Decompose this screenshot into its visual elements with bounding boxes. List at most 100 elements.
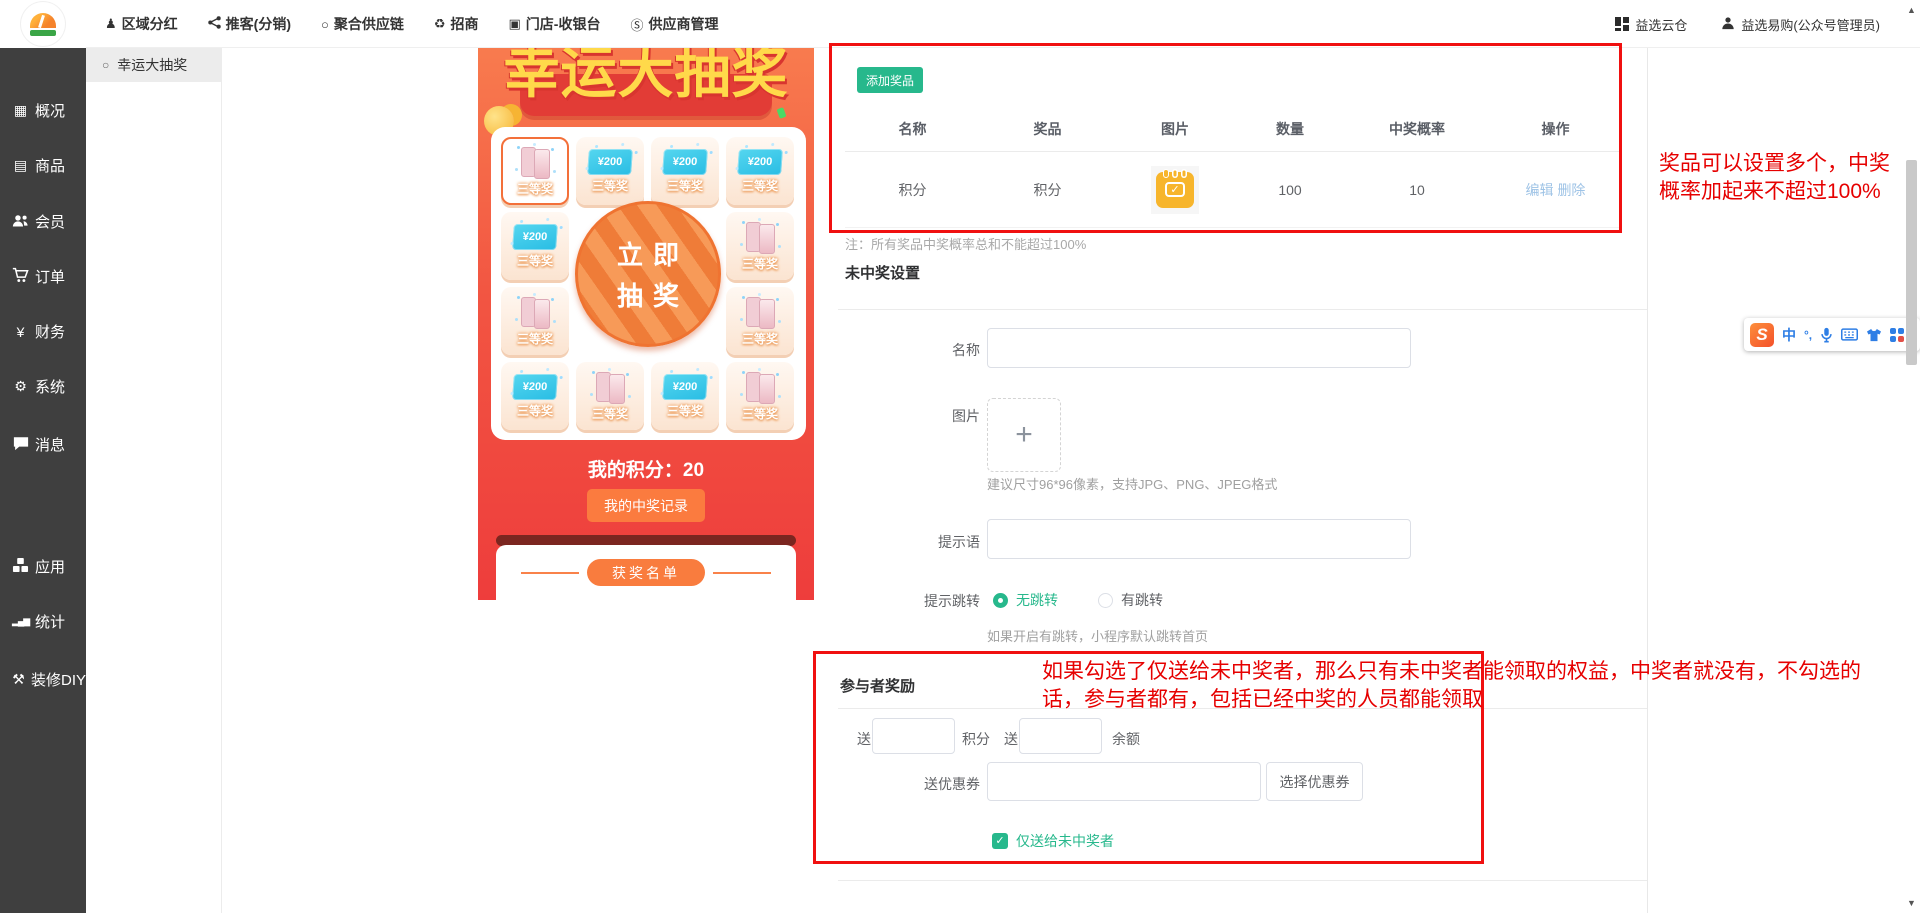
choose-coupon-button[interactable]: 选择优惠券 (1266, 762, 1363, 801)
sidebar-item-statistics[interactable]: ▂▄▆ 统计 (0, 611, 86, 632)
phone-prize-icon (517, 146, 553, 178)
sidebar-label: 消息 (35, 434, 65, 455)
tile-label: 三等奖 (742, 177, 778, 194)
nav-supply-chain[interactable]: ○ 聚合供应链 (321, 14, 404, 34)
tile-label: 三等奖 (517, 402, 553, 419)
participant-section-title: 参与者奖励 (840, 675, 915, 696)
tile-label: 三等奖 (592, 177, 628, 194)
mobile-preview: 幸运大抽奖 三等奖 ¥200 三等奖 ¥200 三等奖 (478, 48, 814, 600)
radio-has-jump[interactable] (1098, 593, 1113, 608)
spin-label-line1: 立即 (607, 235, 689, 272)
col-actions: 操作 (1489, 119, 1622, 139)
app-logo[interactable] (0, 0, 86, 48)
image-upload-box[interactable]: + (987, 398, 1061, 472)
sidebar-item-members[interactable]: 会员 (0, 211, 86, 232)
nav-investment[interactable]: ♻ 招商 (434, 14, 479, 34)
has-jump-label: 有跳转 (1121, 590, 1163, 610)
miss-name-input[interactable] (987, 328, 1411, 368)
prize-tile[interactable]: 三等奖 (501, 287, 569, 355)
sidebar-item-apps[interactable]: 应用 (0, 556, 86, 577)
scrollbar-thumb[interactable] (1906, 160, 1917, 365)
coupon-prize-icon: ¥200 (512, 374, 558, 400)
prize-tile[interactable]: ¥200 三等奖 (501, 212, 569, 280)
coupon-prize-icon: ¥200 (662, 374, 708, 400)
share-icon (208, 16, 221, 32)
ime-punctuation-icon[interactable]: °, (1804, 328, 1812, 342)
cubes-icon (12, 557, 29, 576)
nav-store-cashier[interactable]: ▣ 门店-收银台 (509, 14, 601, 34)
ime-mic-icon[interactable] (1820, 327, 1833, 343)
scroll-down-arrow[interactable]: ▼ (1903, 895, 1920, 911)
prize-tile[interactable]: ¥200 三等奖 (726, 137, 794, 205)
sidebar-item-products[interactable]: ▤ 商品 (0, 155, 86, 176)
prize-table-header: 名称 奖品 图片 数量 中奖概率 操作 (845, 106, 1622, 152)
winners-title-pill: 获奖名单 (587, 559, 705, 586)
ime-toolbar: S 中 °, (1744, 318, 1920, 351)
sidebar-item-diy[interactable]: ⚒ 装修DIY (0, 669, 86, 690)
divider (838, 880, 1647, 881)
scroll-up-arrow[interactable]: ▲ (1903, 2, 1920, 18)
tip-text-input[interactable] (987, 519, 1411, 559)
checkbox-checked-icon[interactable]: ✓ (992, 833, 1008, 849)
radio-circle-icon: ○ (102, 58, 109, 72)
winners-sheet: 获奖名单 (496, 545, 796, 600)
sidebar-item-orders[interactable]: 订单 (0, 266, 86, 287)
give-balance-input[interactable] (1019, 718, 1102, 754)
supplier-icon: Ⓢ (630, 15, 643, 34)
prize-tile[interactable]: ¥200 三等奖 (651, 362, 719, 430)
delete-link[interactable]: 删除 (1557, 182, 1585, 198)
add-prize-button[interactable]: 添加奖品 (857, 67, 923, 93)
gear-icon: ⚙ (12, 378, 29, 395)
sidebar-item-overview[interactable]: ▦ 概况 (0, 100, 86, 121)
prize-tile[interactable]: ¥200 三等奖 (576, 137, 644, 205)
nav-region-dividend[interactable]: ♟ 区域分红 (105, 14, 178, 34)
sidebar-item-finance[interactable]: ¥ 财务 (0, 321, 86, 342)
annotation-bottom: 如果勾选了仅送给未中奖者，那么只有未中奖者能领取的权益，中奖者就没有，不勾选的 … (1042, 658, 1861, 714)
user-label: 益选易购(公众号管理员) (1741, 15, 1880, 34)
coupon-input[interactable] (987, 762, 1261, 801)
prize-tile[interactable]: 三等奖 (726, 362, 794, 430)
phone-prize-icon (742, 371, 778, 403)
edit-link[interactable]: 编辑 (1526, 182, 1554, 198)
give-label-2: 送 (1004, 729, 1018, 749)
give-label-1: 送 (857, 729, 871, 749)
sidebar-label: 会员 (35, 211, 65, 232)
sidebar-label: 概况 (35, 100, 65, 121)
prize-tile[interactable]: ¥200 三等奖 (501, 362, 569, 430)
nav-supplier-mgmt[interactable]: Ⓢ 供应商管理 (630, 14, 718, 34)
prize-tile[interactable]: 三等奖 (726, 287, 794, 355)
pill-line-right (713, 572, 771, 574)
ime-chinese-mode-icon[interactable]: 中 (1782, 325, 1796, 345)
my-records-button[interactable]: 我的中奖记录 (587, 489, 705, 522)
col-qty: 数量 (1235, 119, 1345, 139)
phone-prize-icon (592, 371, 628, 403)
user-menu[interactable]: 益选易购(公众号管理员) (1721, 15, 1880, 34)
nav-label: 门店-收银台 (526, 14, 601, 34)
spin-now-button[interactable]: 立即 抽奖 (575, 201, 721, 347)
nav-label: 区域分红 (122, 14, 178, 34)
tools-icon: ⚒ (12, 671, 25, 688)
nav-label: 招商 (451, 14, 479, 34)
prize-tile[interactable]: 三等奖 (576, 362, 644, 430)
give-points-input[interactable] (872, 718, 955, 754)
image-label: 图片 (860, 406, 980, 426)
prize-tile[interactable]: 三等奖 (726, 212, 794, 280)
sidebar-label: 应用 (35, 556, 65, 577)
prize-tile-selected[interactable]: 三等奖 (501, 137, 569, 205)
submenu-item-lucky-draw[interactable]: ○ 幸运大抽奖 (86, 48, 221, 82)
give-coupon-label: 送优惠券 (860, 774, 980, 794)
cell-image: ✓ (1115, 166, 1235, 214)
user-icon (1721, 16, 1735, 33)
ime-keyboard-icon[interactable] (1841, 328, 1858, 341)
prize-tile[interactable]: ¥200 三等奖 (651, 137, 719, 205)
vertical-scrollbar[interactable]: ▲ ▼ (1903, 0, 1920, 913)
sogou-logo[interactable]: S (1750, 323, 1774, 347)
radio-no-jump[interactable] (993, 593, 1008, 608)
sidebar-item-system[interactable]: ⚙ 系统 (0, 376, 86, 397)
only-miss-checkbox-row[interactable]: ✓ 仅送给未中奖者 (992, 831, 1114, 851)
workspace-switcher[interactable]: 益选云仓 (1615, 15, 1687, 34)
ime-skin-icon[interactable] (1866, 328, 1882, 342)
nav-distribution[interactable]: 推客(分销) (208, 14, 291, 34)
sidebar-item-messages[interactable]: 消息 (0, 434, 86, 455)
col-image: 图片 (1115, 119, 1235, 139)
